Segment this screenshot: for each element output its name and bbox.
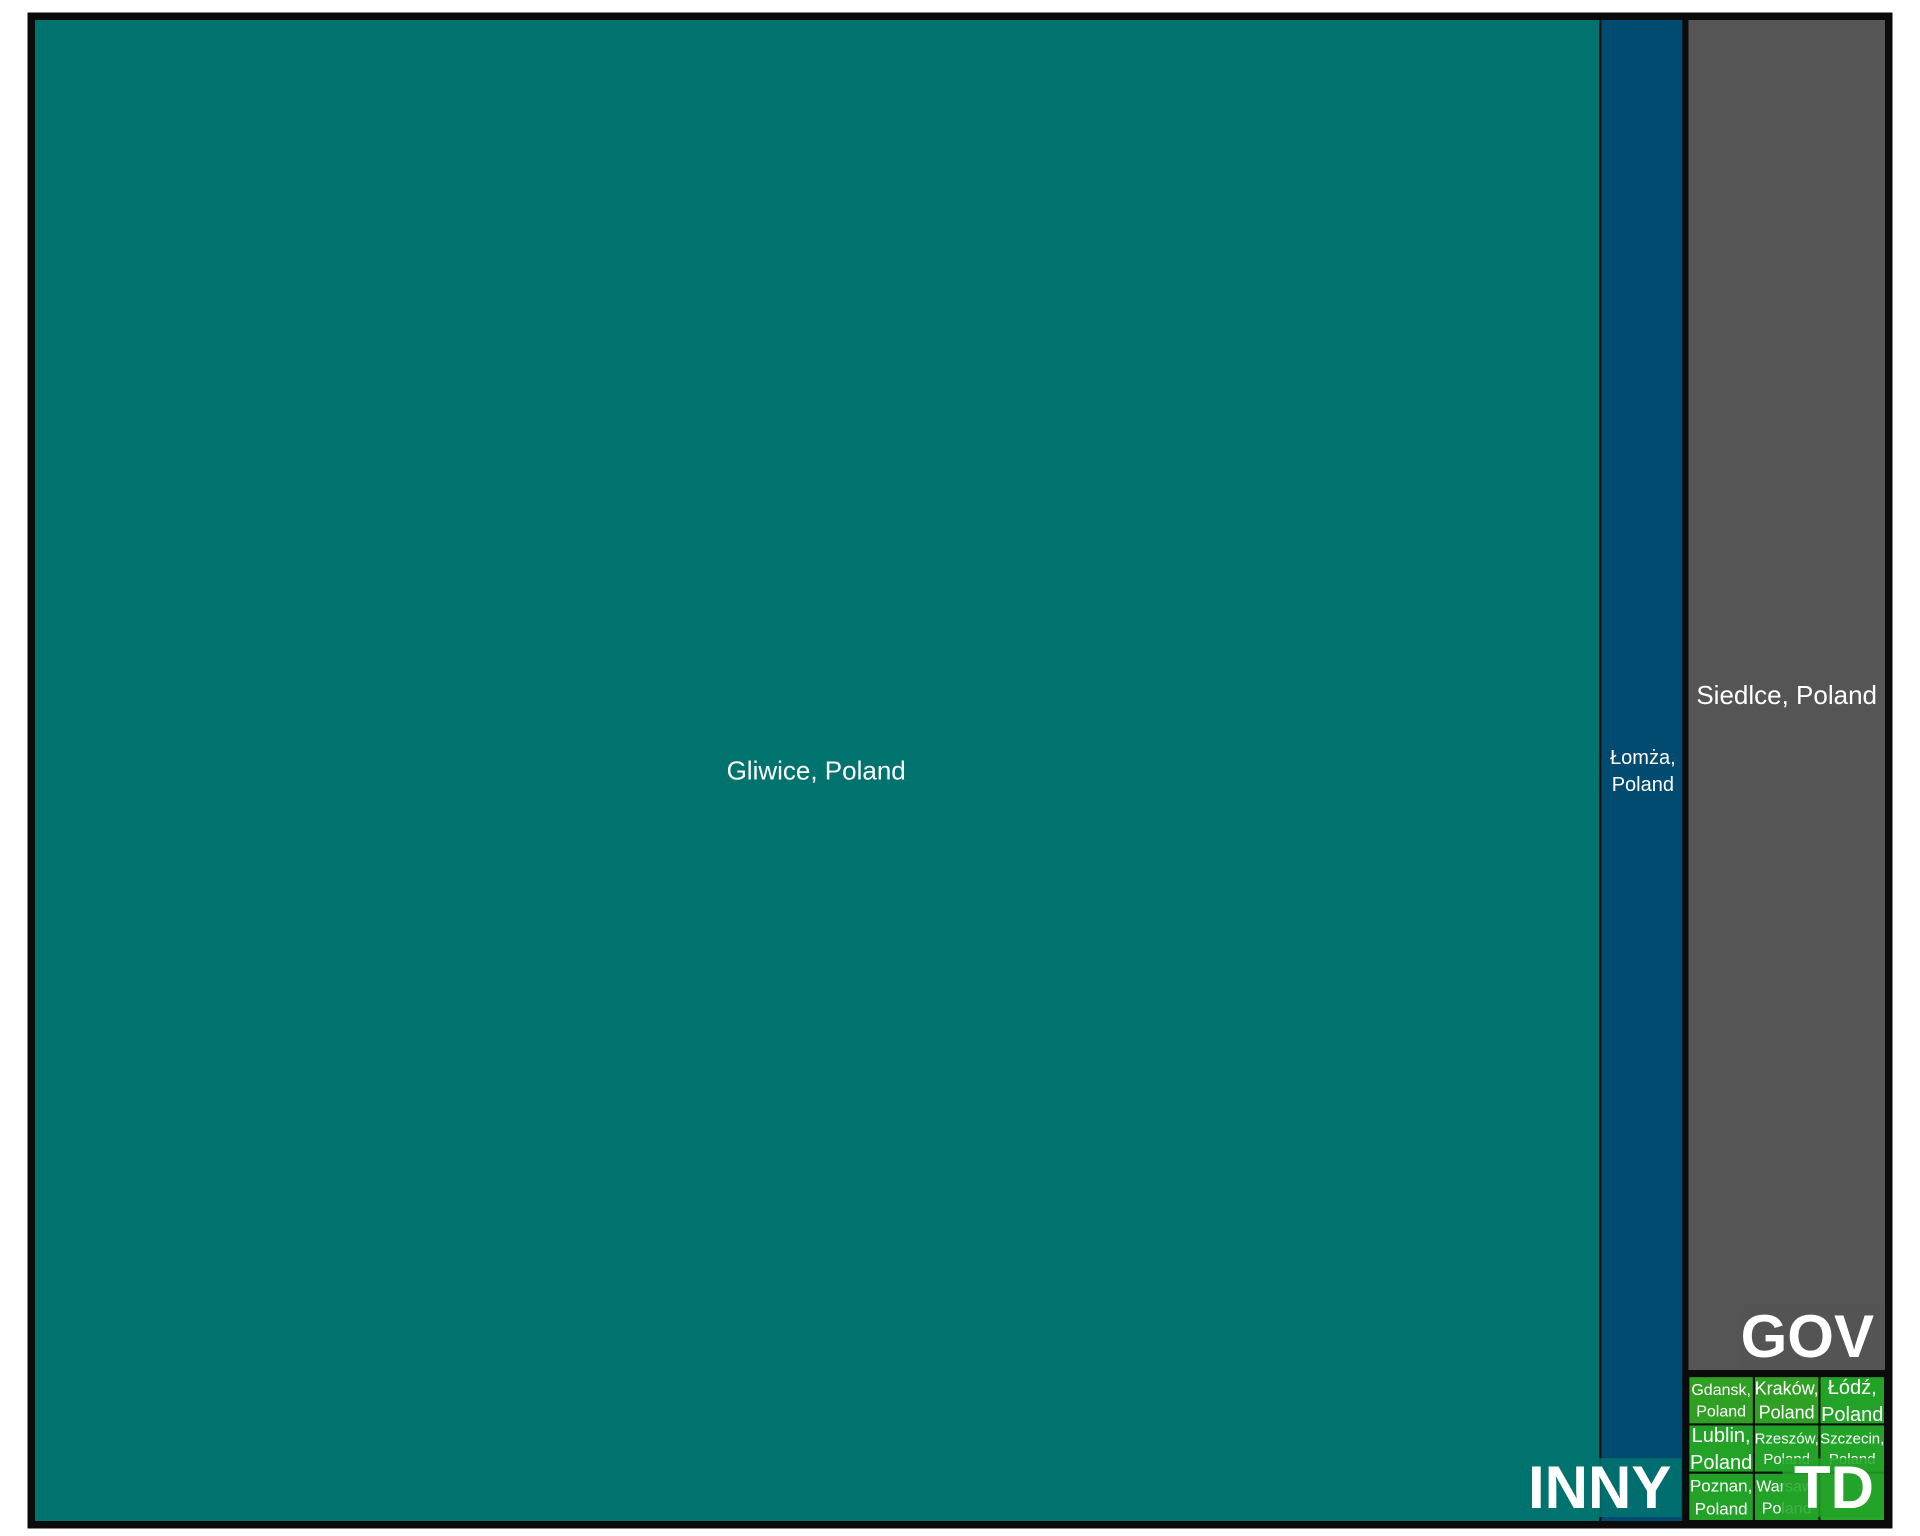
gov-group-label: GOV	[1741, 1303, 1874, 1370]
gliwice-poland-label: Gliwice, Poland	[727, 756, 906, 786]
treemap-chart: Gliwice, Poland Łomża, PolandSiedlce, Pola…	[0, 0, 1920, 1536]
td-group-label: TD	[1794, 1454, 1874, 1521]
lomza-poland-tile	[1599, 16, 1687, 1525]
siedlce-poland-label: Siedlce, Poland	[1696, 680, 1877, 710]
inny-group-label: INNY	[1528, 1454, 1671, 1521]
